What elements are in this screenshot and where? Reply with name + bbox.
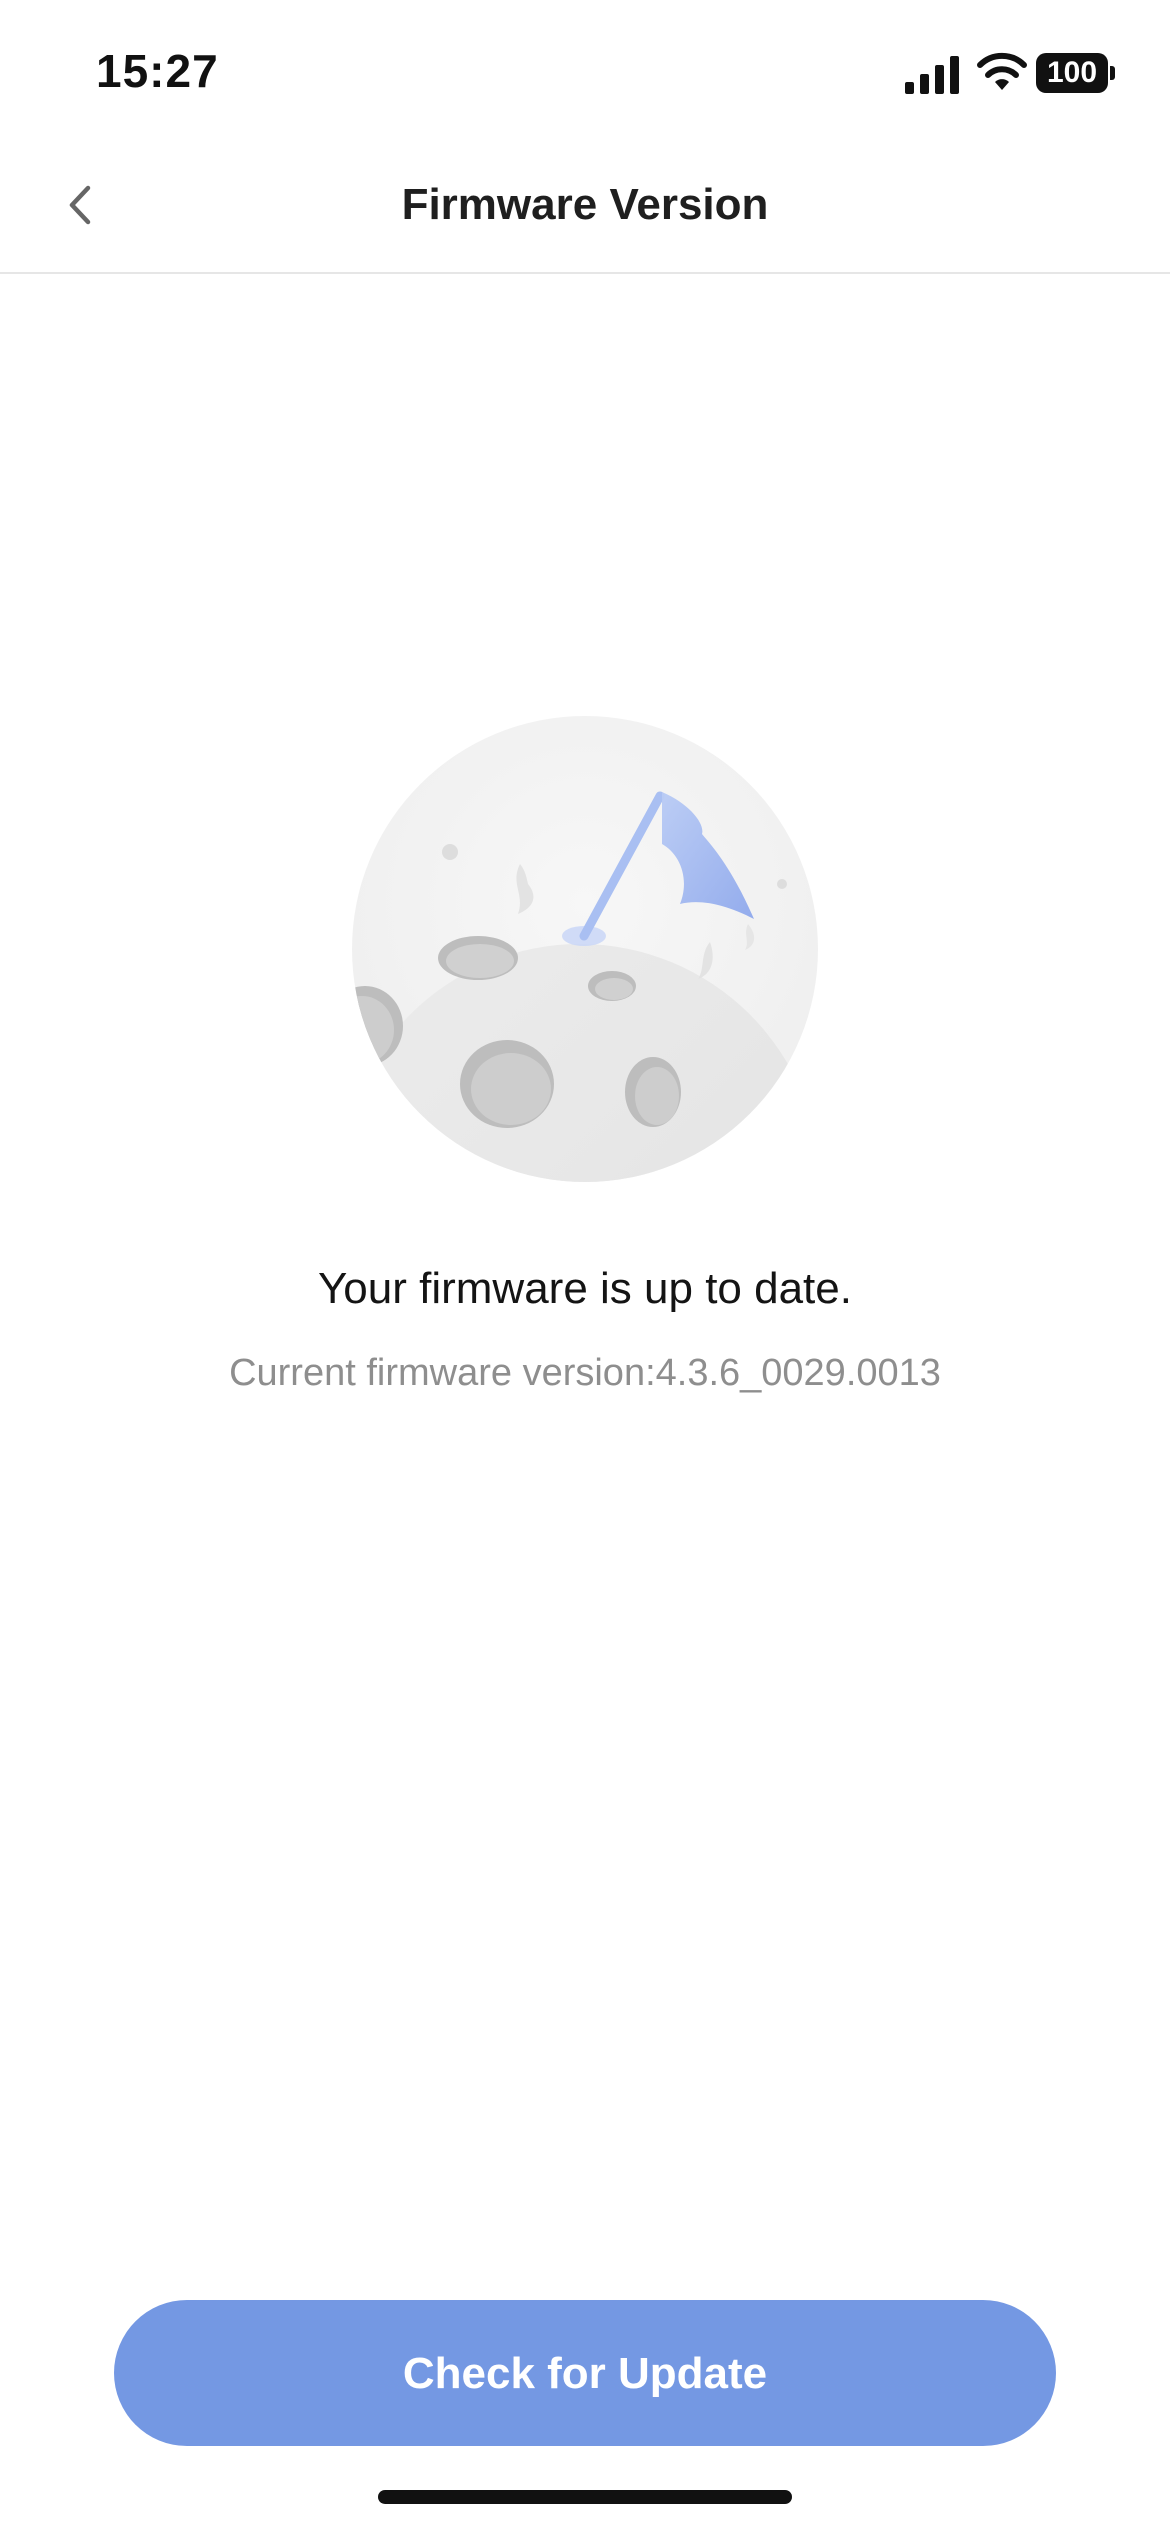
navigation-bar: Firmware Version [0, 140, 1170, 274]
firmware-status-message: Your firmware is up to date. [318, 1264, 852, 1313]
battery-icon: 100 [1036, 53, 1115, 93]
wifi-icon [977, 52, 1027, 90]
check-for-update-button[interactable]: Check for Update [114, 2300, 1056, 2446]
battery-cap [1110, 66, 1115, 80]
battery-level: 100 [1036, 53, 1108, 93]
status-time: 15:27 [96, 45, 219, 97]
moon-flag-illustration [352, 716, 818, 1182]
home-indicator[interactable] [378, 2490, 792, 2504]
signal-icon [905, 56, 959, 94]
firmware-version-text: Current firmware version:4.3.6_0029.0013 [229, 1352, 941, 1394]
page-title: Firmware Version [401, 180, 769, 229]
status-bar: 15:27 100 [0, 0, 1170, 140]
